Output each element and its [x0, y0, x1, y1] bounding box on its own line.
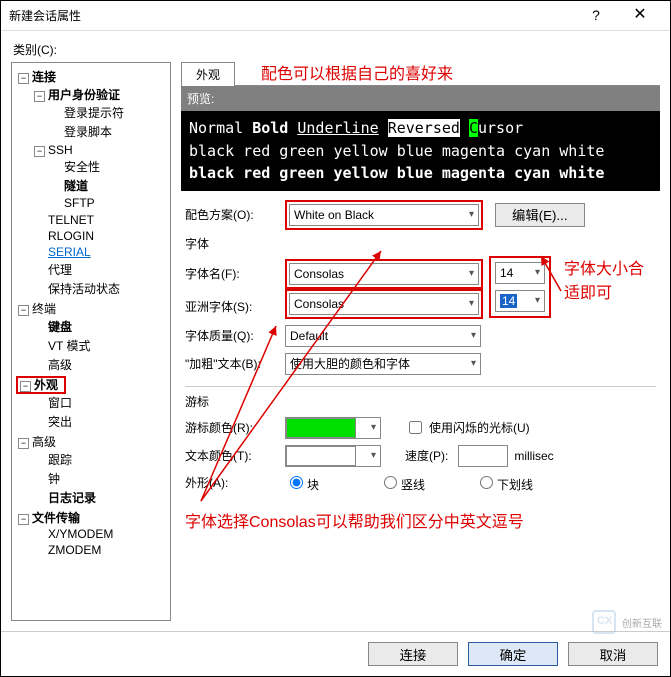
speed-label: 速度(P): [405, 447, 448, 464]
tree-terminal[interactable]: 终端 [32, 302, 56, 316]
tree-filetransfer[interactable]: 文件传输 [32, 511, 80, 525]
asian-font-label: 亚洲字体(S): [185, 298, 285, 315]
tree-proxy[interactable]: 代理 [48, 263, 72, 277]
connect-button[interactable]: 连接 [368, 642, 458, 666]
preview-area: Normal Bold Underline Reversed Cursor bl… [181, 111, 660, 191]
font-size-select[interactable]: 14▾ [495, 262, 545, 284]
tree-login-prompt[interactable]: 登录提示符 [64, 106, 124, 120]
tree-security[interactable]: 安全性 [64, 160, 100, 174]
close-button[interactable]: ✕ [618, 2, 662, 30]
tab-appearance[interactable]: 外观 [181, 62, 235, 86]
edit-scheme-button[interactable]: 编辑(E)... [495, 203, 585, 227]
help-button[interactable]: ? [574, 2, 618, 30]
font-name-label: 字体名(F): [185, 265, 285, 282]
watermark: 创新互联 [592, 610, 662, 634]
tree-ssh[interactable]: SSH [48, 143, 73, 157]
shape-label: 外形(A): [185, 474, 285, 491]
tree-window[interactable]: 窗口 [48, 396, 72, 410]
font-quality-select[interactable]: Default▾ [285, 325, 481, 347]
font-group-label: 字体 [185, 233, 656, 256]
tree-zmodem[interactable]: ZMODEM [48, 543, 101, 557]
tree-auth[interactable]: 用户身份验证 [48, 88, 120, 102]
tree-rlogin[interactable]: RLOGIN [48, 229, 94, 243]
annotation-top: 配色可以根据自己的喜好来 [261, 62, 453, 84]
blink-label: 使用闪烁的光标(U) [425, 419, 530, 436]
tree-appearance[interactable]: 外观 [34, 378, 58, 392]
shape-vline-radio[interactable]: 竖线 [379, 473, 425, 493]
tree-xymodem[interactable]: X/YMODEM [48, 527, 113, 541]
tree-connection[interactable]: 连接 [32, 70, 56, 84]
tree-keepalive[interactable]: 保持活动状态 [48, 282, 120, 296]
quality-label: 字体质量(Q): [185, 327, 285, 344]
tree-log[interactable]: 日志记录 [48, 491, 96, 505]
tree-bell[interactable]: 钟 [48, 472, 60, 486]
preview-label: 预览: [181, 86, 660, 111]
tree-trace[interactable]: 跟踪 [48, 453, 72, 467]
window-title: 新建会话属性 [9, 7, 574, 24]
scheme-label: 配色方案(O): [185, 206, 285, 223]
watermark-logo-icon [592, 610, 616, 634]
shape-uline-radio[interactable]: 下划线 [475, 473, 533, 493]
category-label: 类别(C): [11, 37, 660, 62]
tree-sftp[interactable]: SFTP [64, 196, 95, 210]
text-color-select[interactable]: ▾ [285, 445, 381, 467]
tree-telnet[interactable]: TELNET [48, 213, 94, 227]
ok-button[interactable]: 确定 [468, 642, 558, 666]
cursor-color-select[interactable]: ▾ [285, 417, 381, 439]
tree-keyboard[interactable]: 键盘 [48, 320, 72, 334]
cursor-color-label: 游标颜色(R): [185, 419, 285, 436]
blink-checkbox[interactable] [409, 421, 422, 434]
speed-unit: millisec [508, 449, 553, 463]
tree-serial[interactable]: SERIAL [48, 245, 91, 259]
cancel-button[interactable]: 取消 [568, 642, 658, 666]
tree-advanced[interactable]: 高级 [48, 358, 72, 372]
category-tree[interactable]: −连接 −用户身份验证 登录提示符 登录脚本 −SSH 安全性 隧道 SFTP … [11, 62, 171, 621]
speed-input[interactable] [458, 445, 508, 467]
text-color-label: 文本颜色(T): [185, 447, 285, 464]
bold-text-label: "加粗"文本(B): [185, 355, 285, 372]
tree-advanced2[interactable]: 高级 [32, 435, 56, 449]
bold-text-select[interactable]: 使用大胆的颜色和字体▾ [285, 353, 481, 375]
tree-login-script[interactable]: 登录脚本 [64, 125, 112, 139]
cursor-group-label: 游标 [185, 391, 656, 414]
tree-tunnel[interactable]: 隧道 [64, 179, 88, 193]
shape-block-radio[interactable]: 块 [285, 473, 319, 493]
annotation-bottom: 字体选择Consolas可以帮助我们区分中英文逗号 [185, 508, 656, 532]
tree-vtmode[interactable]: VT 模式 [48, 339, 90, 353]
font-name-select[interactable]: Consolas▾ [289, 263, 479, 285]
asian-font-size-select[interactable]: 14▾ [495, 290, 545, 312]
tree-highlight[interactable]: 突出 [48, 415, 72, 429]
color-scheme-select[interactable]: White on Black▾ [289, 204, 479, 226]
asian-font-select[interactable]: Consolas▾ [289, 293, 479, 315]
